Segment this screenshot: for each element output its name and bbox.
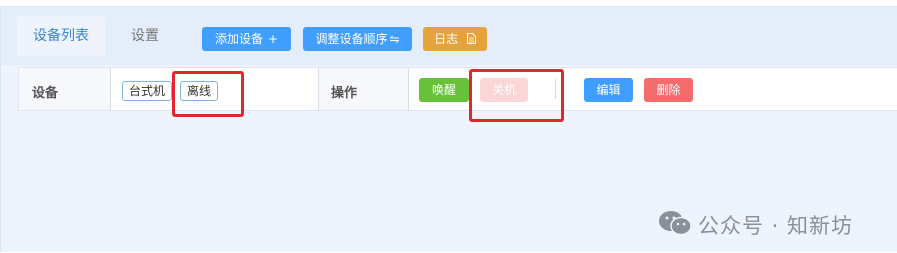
device-header-cell: 设备	[19, 68, 110, 110]
add-device-label: 添加设备	[214, 32, 263, 46]
main-panel: 设备列表 设置 添加设备 + 调整设备顺序 ⇋ 日志 设备 台式机 离线 操作 唤醒…	[0, 6, 897, 252]
reorder-devices-button[interactable]: 调整设备顺序 ⇋	[303, 27, 412, 51]
edit-button[interactable]: 编辑	[584, 78, 633, 102]
add-device-button[interactable]: 添加设备 +	[202, 27, 291, 51]
device-header: 设备	[32, 86, 59, 101]
wake-button[interactable]: 唤醒	[419, 78, 469, 102]
log-label: 日志	[434, 32, 459, 46]
tab-settings[interactable]: 设置	[115, 16, 175, 56]
watermark-text: 公众号 · 知新坊	[698, 214, 854, 238]
swap-icon: ⇋	[389, 32, 400, 46]
reorder-devices-label: 调整设备顺序	[315, 32, 388, 46]
actions-header: 操作	[331, 86, 358, 101]
document-icon	[463, 32, 476, 46]
delete-button[interactable]: 删除	[644, 78, 693, 102]
device-type-tag: 台式机	[122, 81, 173, 101]
tab-device-list[interactable]: 设备列表	[17, 16, 105, 56]
plus-icon: +	[267, 32, 279, 46]
highlight-box-status	[172, 71, 244, 117]
column-divider	[110, 68, 111, 110]
log-button[interactable]: 日志	[423, 27, 487, 51]
column-divider	[408, 68, 409, 110]
device-table: 设备 台式机 离线 操作 唤醒 关机 编辑 删除	[18, 67, 897, 122]
tab-bar: 设备列表 设置 添加设备 + 调整设备顺序 ⇋ 日志	[1, 7, 897, 65]
highlight-box-shutdown	[469, 69, 564, 122]
watermark: 公众号 · 知新坊	[658, 205, 853, 245]
actions-header-cell: 操作	[319, 68, 408, 110]
wechat-icon	[658, 209, 692, 242]
